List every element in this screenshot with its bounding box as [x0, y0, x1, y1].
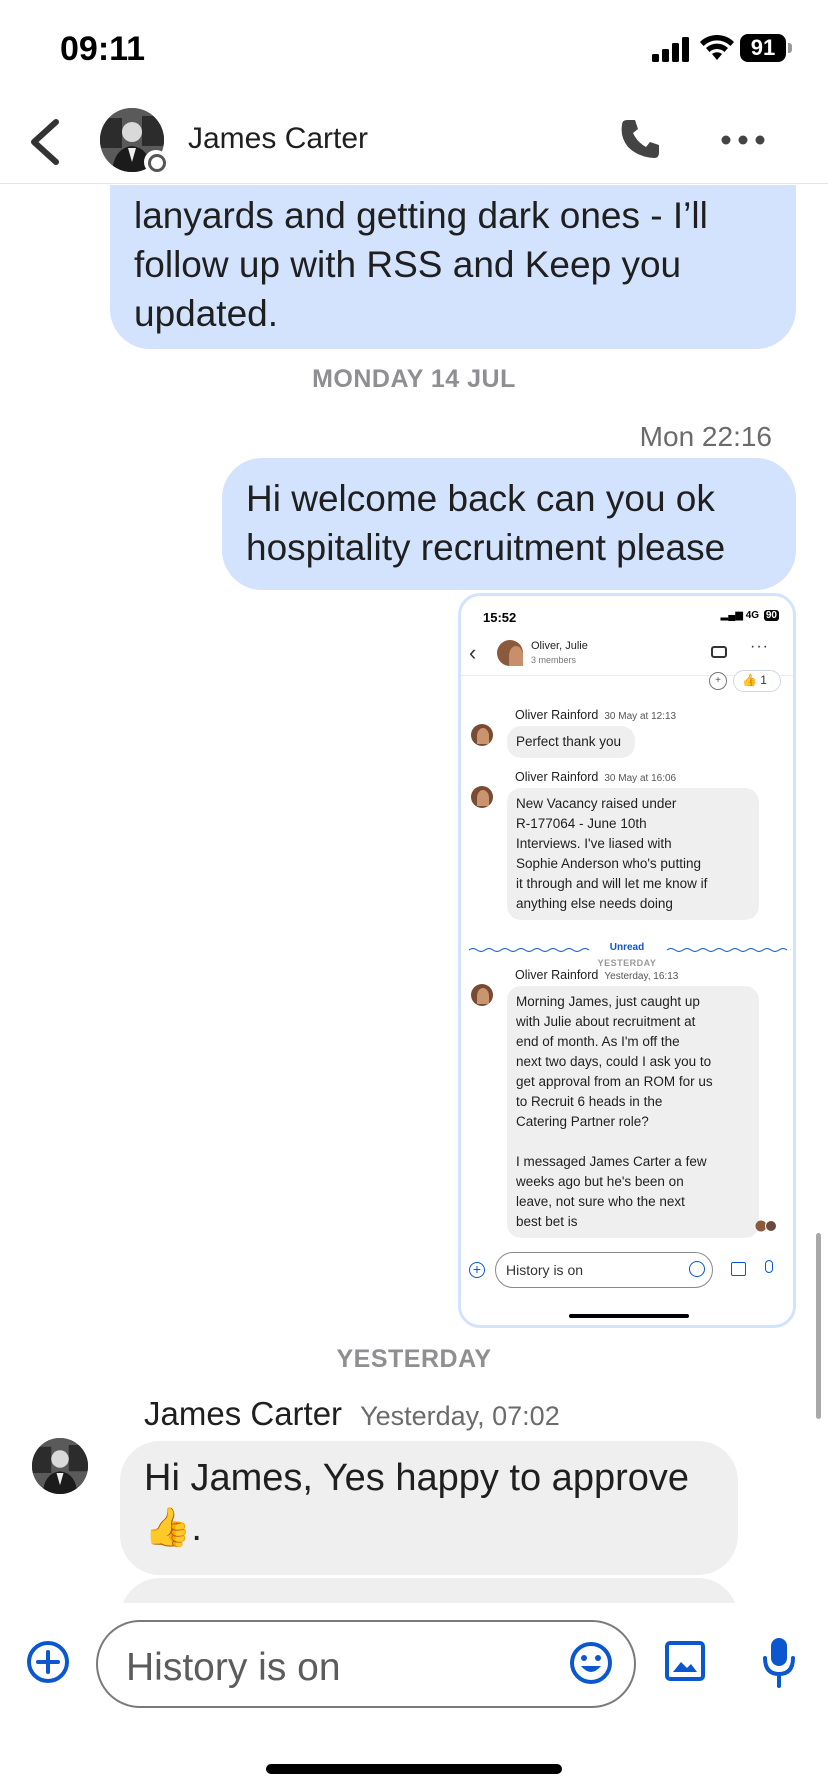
shot-sender-avatar: [471, 724, 493, 746]
home-indicator: [266, 1764, 562, 1774]
message-timestamp: Yesterday, 07:02: [360, 1401, 560, 1431]
shot-message-sender: Oliver Rainford Yesterday, 16:13: [515, 968, 678, 982]
shot-chat-title: Oliver, Julie: [531, 640, 588, 652]
emoji-button[interactable]: [568, 1640, 614, 1686]
message-list[interactable]: lanyards and getting dark ones - I’ll fo…: [0, 185, 828, 1603]
shot-video-icon: [711, 646, 727, 658]
incoming-message-partial[interactable]: [120, 1578, 738, 1603]
shot-read-receipt-avatars: [755, 1220, 777, 1232]
shot-message-sender: Oliver Rainford 30 May at 16:06: [515, 770, 676, 784]
shot-image-icon: [731, 1262, 746, 1276]
more-horizontal-icon: [721, 135, 765, 145]
presence-icon: [144, 150, 168, 174]
sender-avatar[interactable]: [32, 1438, 88, 1494]
sender-name: James Carter: [144, 1395, 343, 1432]
shot-day-divider: YESTERDAY: [597, 958, 657, 968]
shot-unread-label: Unread: [609, 942, 645, 953]
shot-sender-time: Yesterday, 16:13: [604, 971, 679, 982]
call-button[interactable]: [618, 116, 664, 162]
more-options-button[interactable]: [720, 130, 766, 150]
contact-avatar[interactable]: [100, 108, 168, 174]
phone-icon: [621, 120, 659, 158]
message-sender-row: James Carter Yesterday, 07:02: [144, 1395, 560, 1433]
shot-status-time: 15:52: [483, 610, 517, 625]
shot-add-reaction-icon: +: [709, 672, 727, 690]
outgoing-message[interactable]: lanyards and getting dark ones - I’ll fo…: [110, 185, 796, 349]
shot-group-avatar: [497, 640, 523, 666]
message-input[interactable]: History is on: [96, 1620, 636, 1708]
shot-message-sender: Oliver Rainford 30 May at 12:13: [515, 708, 676, 722]
shot-mic-icon: [765, 1260, 773, 1273]
shot-back-icon: ‹: [469, 640, 477, 665]
status-bar: 09:11 91: [0, 0, 828, 100]
chat-header: James Carter: [0, 100, 828, 184]
contact-name[interactable]: James Carter: [188, 122, 368, 156]
add-attachment-button[interactable]: [26, 1640, 70, 1684]
image-icon: [665, 1641, 705, 1681]
shot-chat-subtitle: 3 members: [531, 655, 577, 665]
day-divider: MONDAY 14 JUL: [312, 365, 516, 393]
shot-message-bubble: Perfect thank you: [507, 726, 635, 758]
mic-icon: [763, 1638, 795, 1688]
add-circle-icon: [27, 1641, 69, 1683]
shot-sender-avatar: [471, 786, 493, 808]
chevron-left-icon: [31, 119, 59, 165]
attached-screenshot-image[interactable]: 15:52 ▂▄▆ 4G 90 ‹ Oliver, Julie 3 member…: [458, 593, 796, 1328]
shot-sender-name: Oliver Rainford: [515, 708, 599, 722]
shot-composer: + History is on: [461, 1250, 793, 1294]
person-photo-icon: [32, 1438, 88, 1494]
shot-more-icon: ···: [750, 638, 769, 655]
scrollbar[interactable]: [816, 1233, 821, 1419]
day-divider: YESTERDAY: [336, 1345, 492, 1373]
status-time: 09:11: [60, 30, 146, 68]
shot-sender-time: 30 May at 16:06: [604, 773, 677, 784]
shot-sender-name: Oliver Rainford: [515, 770, 599, 784]
mic-button[interactable]: [762, 1636, 796, 1688]
shot-sender-name: Oliver Rainford: [515, 968, 599, 982]
emoji-icon: [570, 1642, 612, 1684]
shot-message-bubble: New Vacancy raised under R-177064 - June…: [507, 788, 759, 920]
message-timestamp: Mon 22:16: [639, 421, 772, 452]
shot-network: 4G: [745, 610, 760, 621]
shot-sender-time: 30 May at 12:13: [604, 711, 677, 722]
back-button[interactable]: [22, 114, 74, 170]
shot-status-icons: ▂▄▆ 4G 90: [720, 610, 779, 621]
shot-emoji-icon: [689, 1261, 705, 1277]
shot-reaction-chip: 👍 1: [733, 670, 781, 692]
shot-home-indicator: [569, 1314, 689, 1318]
wifi-icon: [700, 34, 734, 60]
shot-battery: 90: [763, 610, 779, 621]
shot-add-icon: +: [469, 1262, 485, 1278]
shot-sender-avatar: [471, 984, 493, 1006]
shot-message-input: History is on: [495, 1252, 713, 1288]
shot-message-bubble: Morning James, just caught up with Julie…: [507, 986, 759, 1238]
battery-indicator: 91: [740, 34, 792, 62]
signal-icon: [652, 37, 689, 62]
shot-signal-icon: ▂▄▆: [720, 610, 743, 621]
outgoing-message[interactable]: Hi welcome back can you ok hospitality r…: [222, 458, 796, 590]
message-composer: History is on: [0, 1604, 828, 1724]
image-button[interactable]: [664, 1640, 706, 1682]
battery-level: 91: [740, 34, 786, 62]
incoming-message[interactable]: Hi James, Yes happy to approve 👍.: [120, 1441, 738, 1575]
message-input-placeholder: History is on: [126, 1646, 341, 1689]
